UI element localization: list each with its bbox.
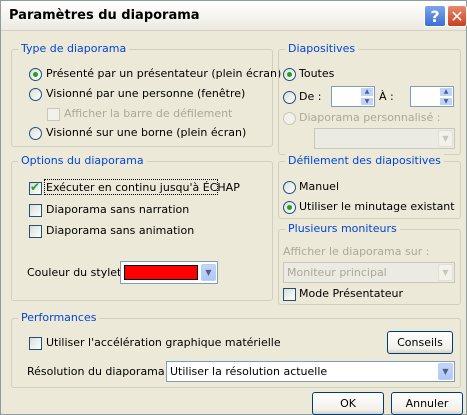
- resolution-select-value: Utiliser la résolution actuelle: [170, 365, 328, 378]
- spin-up-icon[interactable]: ▲: [439, 87, 453, 97]
- checkbox-scrollbar[interactable]: [47, 108, 60, 121]
- label-presenter[interactable]: Présenté par un présentateur (plein écra…: [46, 67, 281, 80]
- resolution-select[interactable]: Utiliser la résolution actuelle: [166, 361, 455, 382]
- legend-performances: Performances: [18, 311, 100, 324]
- label-use-timings[interactable]: Utiliser le minutage existant: [299, 200, 455, 213]
- radio-from-slide[interactable]: [283, 91, 296, 104]
- legend-moniteurs: Plusieurs moniteurs: [285, 222, 400, 235]
- label-from[interactable]: De :: [299, 90, 321, 103]
- close-icon[interactable]: ✕: [447, 5, 467, 27]
- radio-use-timings[interactable]: [283, 201, 296, 214]
- spin-up-icon[interactable]: ▲: [360, 87, 374, 97]
- monitor-select[interactable]: Moniteur principal: [283, 262, 455, 283]
- radio-custom-show[interactable]: [283, 112, 296, 125]
- label-to: À :: [379, 90, 394, 103]
- legend-defilement: Défilement des diapositives: [285, 154, 444, 167]
- radio-individual[interactable]: [29, 88, 42, 101]
- cancel-button[interactable]: Annuler: [391, 392, 463, 415]
- checkbox-no-narration[interactable]: [29, 204, 42, 217]
- checkbox-presenter-mode[interactable]: [283, 288, 296, 301]
- chevron-down-icon[interactable]: ▼: [438, 264, 453, 281]
- label-presenter-mode[interactable]: Mode Présentateur: [299, 287, 403, 300]
- label-no-narration[interactable]: Diaporama sans narration: [46, 203, 189, 216]
- chevron-down-icon[interactable]: ▼: [201, 264, 216, 281]
- legend-diapositives: Diapositives: [285, 42, 359, 55]
- checkbox-loop[interactable]: [29, 180, 42, 195]
- spin-down-icon[interactable]: ▼: [360, 96, 374, 106]
- label-manual[interactable]: Manuel: [299, 180, 339, 193]
- label-all-slides[interactable]: Toutes: [299, 67, 334, 80]
- title-bar[interactable]: Paramètres du diaporama ? ✕: [1, 1, 467, 31]
- legend-type-diaporama: Type de diaporama: [18, 42, 130, 55]
- radio-presenter[interactable]: [29, 68, 42, 81]
- monitor-select-value: Moniteur principal: [287, 266, 387, 279]
- legend-options: Options du diaporama: [18, 154, 147, 167]
- label-pen-color: Couleur du stylet :: [27, 266, 129, 279]
- radio-manual[interactable]: [283, 181, 296, 194]
- spin-down-icon[interactable]: ▼: [439, 96, 453, 106]
- dialog-title: Paramètres du diaporama: [9, 8, 200, 23]
- label-resolution: Résolution du diaporama :: [27, 365, 172, 378]
- help-icon[interactable]: ?: [424, 5, 446, 27]
- label-kiosk[interactable]: Visionné sur une borne (plein écran): [46, 126, 246, 139]
- label-no-animation[interactable]: Diaporama sans animation: [46, 224, 194, 237]
- ok-button[interactable]: OK: [312, 392, 384, 415]
- label-scrollbar: Afficher la barre de défilement: [64, 107, 233, 120]
- from-slide-spinner[interactable]: ▲ ▼: [360, 87, 374, 106]
- pen-color-swatch: [124, 265, 198, 280]
- custom-show-select[interactable]: [314, 128, 455, 149]
- dialog-window: Paramètres du diaporama ? ✕ Type de diap…: [0, 0, 467, 415]
- to-slide-spinner[interactable]: ▲ ▼: [439, 87, 453, 106]
- checkbox-no-animation[interactable]: [29, 225, 42, 238]
- label-individual[interactable]: Visionné par une personne (fenêtre): [46, 87, 245, 100]
- label-hw-accel[interactable]: Utiliser l'accélération graphique matéri…: [46, 336, 281, 349]
- radio-all-slides[interactable]: [283, 68, 296, 81]
- label-display-on: Afficher le diaporama sur :: [283, 245, 430, 258]
- tips-button[interactable]: Conseils: [387, 331, 453, 354]
- radio-kiosk[interactable]: [29, 127, 42, 140]
- chevron-down-icon[interactable]: ▼: [438, 130, 453, 147]
- label-custom-show: Diaporama personnalisé :: [299, 111, 441, 124]
- chevron-down-icon[interactable]: ▼: [438, 363, 453, 380]
- focus-rectangle: [44, 179, 218, 195]
- checkbox-hw-accel[interactable]: [29, 337, 42, 350]
